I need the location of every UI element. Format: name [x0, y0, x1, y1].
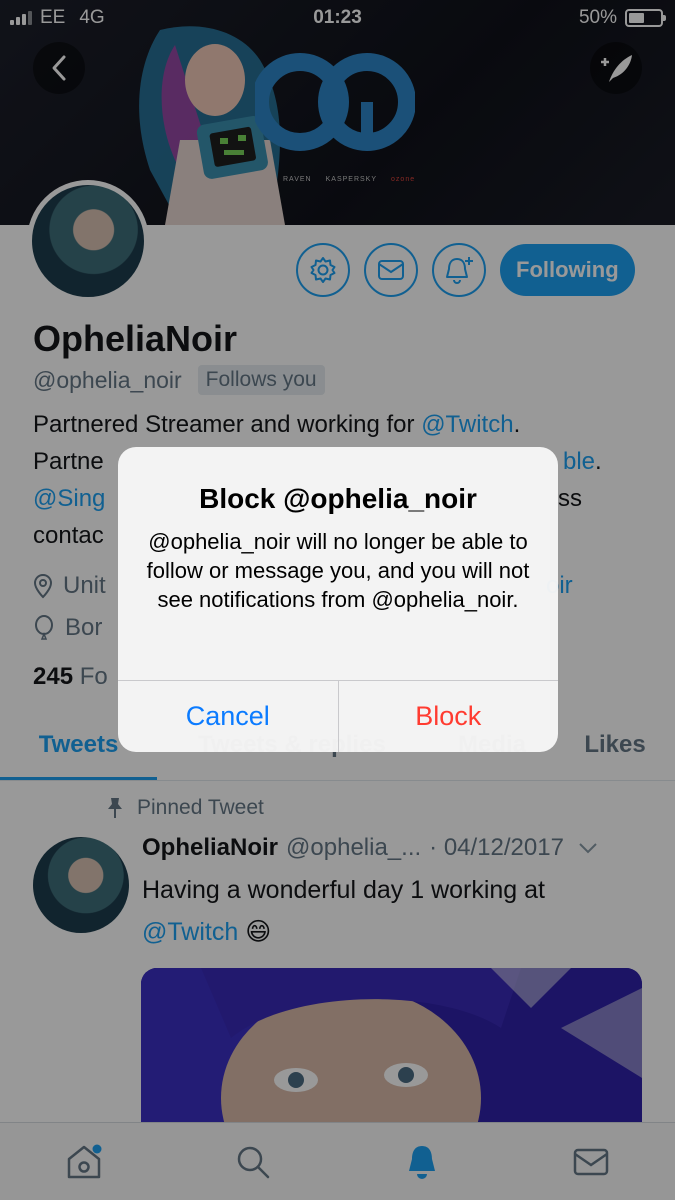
dialog-buttons: Cancel Block	[118, 680, 558, 752]
dialog-message: @ophelia_noir will no longer be able to …	[146, 529, 530, 612]
cancel-button[interactable]: Cancel	[118, 681, 339, 752]
dialog-title: Block @ophelia_noir	[199, 483, 477, 514]
block-button[interactable]: Block	[339, 681, 559, 752]
block-confirmation-dialog: Block @ophelia_noir @ophelia_noir will n…	[118, 447, 558, 752]
